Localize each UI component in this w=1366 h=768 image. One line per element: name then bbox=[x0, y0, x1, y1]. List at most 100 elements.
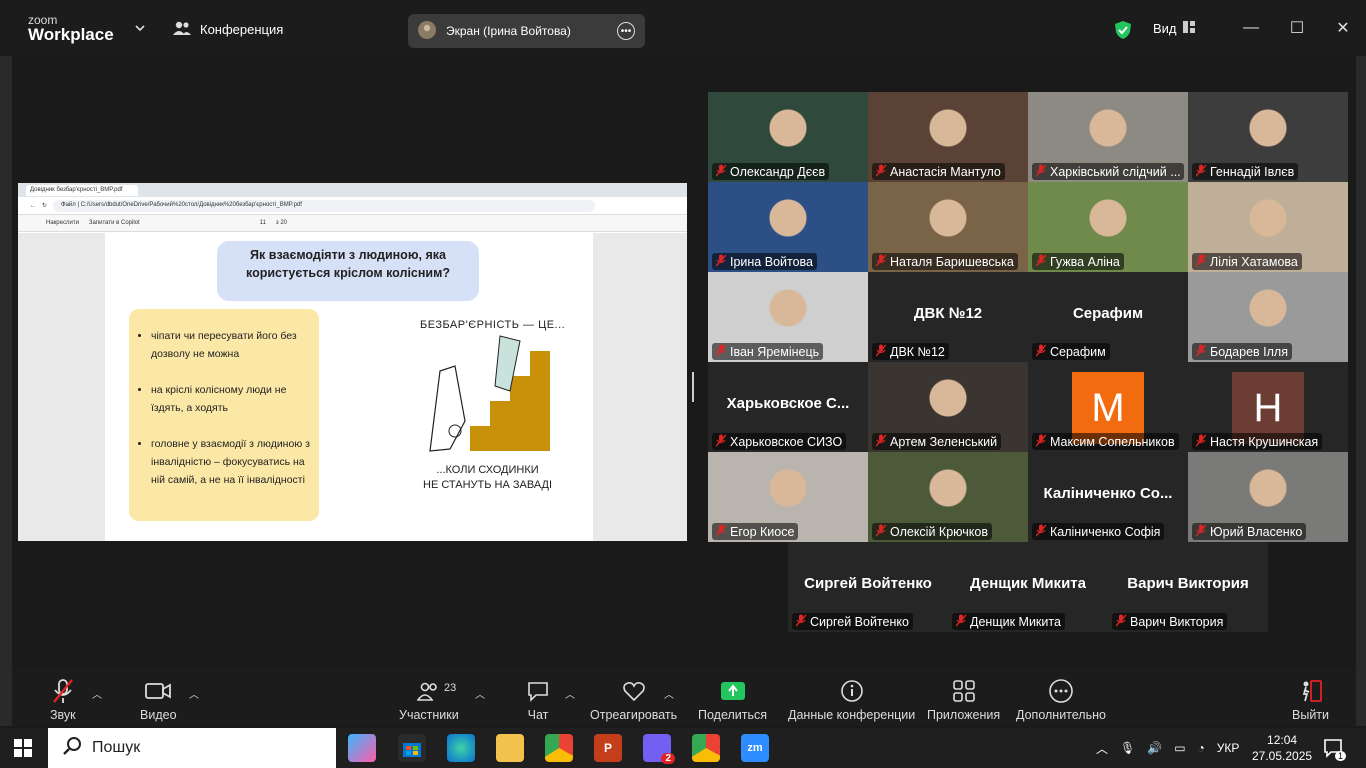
participant-display-name: Харьковское С... bbox=[726, 395, 850, 412]
chrome-icon[interactable] bbox=[545, 734, 573, 762]
participant-name: Юрий Власенко bbox=[1210, 524, 1303, 539]
pdf-viewport: Як взаємодіяти з людиною, яка користуєть… bbox=[18, 233, 687, 541]
taskbar-search[interactable]: Пошук bbox=[48, 728, 336, 768]
chat-button[interactable]: Чат bbox=[526, 678, 550, 722]
back-icon[interactable]: ← bbox=[30, 203, 36, 209]
participant-tile[interactable]: Ірина Войтова bbox=[708, 182, 868, 272]
title-bar: zoom Workplace Конференция Экран (Ірина … bbox=[0, 0, 1366, 60]
participant-name: Максим Сопельников bbox=[1050, 434, 1175, 449]
caption-line-2: НЕ СТАНУТЬ НА ЗАВАДІ bbox=[423, 479, 553, 491]
participant-tile[interactable]: Геннадій Івлєв bbox=[1188, 92, 1348, 182]
close-icon[interactable]: ✕ bbox=[1320, 0, 1366, 56]
participant-tile[interactable]: ДВК №12 ДВК №12 bbox=[868, 272, 1028, 362]
participant-tile[interactable]: Лілія Хатамова bbox=[1188, 182, 1348, 272]
participant-tile[interactable]: M Максим Сопельников bbox=[1028, 362, 1188, 452]
participant-tile[interactable]: Егор Киосе bbox=[708, 452, 868, 542]
apps-button[interactable]: Приложения bbox=[927, 678, 1000, 722]
system-tray: ︿ 🎙 🔊 ▭ ◔ УКР bbox=[1096, 728, 1239, 768]
participant-tile[interactable]: Іван Яремінець bbox=[708, 272, 868, 362]
participant-tile[interactable]: Харьковское С... Харьковское СИЗО bbox=[708, 362, 868, 452]
participant-name: Бодарев Ілля bbox=[1210, 344, 1288, 359]
browser-tab[interactable]: Довідник безбар'єрності_BMP.pdf bbox=[26, 184, 138, 196]
maximize-icon[interactable]: ☐ bbox=[1274, 0, 1320, 56]
refresh-icon[interactable]: ↻ bbox=[42, 202, 47, 209]
split-divider[interactable] bbox=[692, 372, 694, 402]
participant-tile[interactable]: Денщик Микита Денщик Микита bbox=[948, 542, 1108, 632]
chrome-profile-icon[interactable] bbox=[692, 734, 720, 762]
browser-tab-strip: Довідник безбар'єрності_BMP.pdf bbox=[18, 183, 687, 197]
edge-icon[interactable] bbox=[447, 734, 475, 762]
chevron-up-icon[interactable]: ︿ bbox=[1096, 740, 1108, 757]
screen-share-pill[interactable]: Экран (Ірина Войтова) ••• bbox=[408, 14, 645, 48]
powerpoint-icon[interactable]: P bbox=[594, 734, 622, 762]
wifi-icon[interactable]: ◔ bbox=[1198, 741, 1205, 755]
mic-muted-icon bbox=[715, 164, 727, 180]
participant-name: Лілія Хатамова bbox=[1210, 254, 1298, 269]
participant-tile[interactable]: Бодарев Ілля bbox=[1188, 272, 1348, 362]
react-caret-icon[interactable]: ︿ bbox=[664, 686, 674, 701]
participant-name: ДВК №12 bbox=[890, 344, 945, 359]
minimize-icon[interactable]: — bbox=[1228, 0, 1274, 56]
grid-icon bbox=[1182, 21, 1195, 36]
battery-icon[interactable]: ▭ bbox=[1174, 741, 1185, 755]
participant-display-name: Варич Виктория bbox=[1127, 575, 1249, 592]
participant-name-tag: Настя Крушинская bbox=[1192, 433, 1323, 450]
store-icon[interactable] bbox=[398, 734, 426, 762]
shared-screen[interactable]: Довідник безбар'єрності_BMP.pdf ← ↻ Файл… bbox=[18, 183, 687, 541]
chevron-down-icon[interactable] bbox=[134, 22, 146, 36]
notification-icon[interactable]: 1 bbox=[1322, 737, 1346, 761]
microphone-icon[interactable]: 🎙 bbox=[1120, 741, 1135, 755]
file-explorer-icon[interactable] bbox=[496, 734, 524, 762]
language-indicator[interactable]: УКР bbox=[1217, 741, 1240, 755]
more-button[interactable]: Дополнительно bbox=[1016, 678, 1106, 722]
url-field[interactable]: Файл | C:/Users/dbdut/OneDrive/Рабочий%2… bbox=[53, 199, 596, 212]
participant-tile[interactable]: Анастасія Мантуло bbox=[868, 92, 1028, 182]
zoom-taskbar-icon[interactable]: zm bbox=[741, 734, 769, 762]
participant-tile[interactable]: Серафим Серафим bbox=[1028, 272, 1188, 362]
participant-tile[interactable]: Варич Виктория Варич Виктория bbox=[1108, 542, 1268, 632]
video-caret-icon[interactable]: ︿ bbox=[189, 686, 199, 701]
participant-name-tag: Лілія Хатамова bbox=[1192, 253, 1302, 270]
chat-caret-icon[interactable]: ︿ bbox=[565, 686, 575, 701]
windows-start-icon[interactable] bbox=[14, 739, 32, 757]
participant-tile[interactable]: Артем Зеленський bbox=[868, 362, 1028, 452]
participant-name: Олександр Дєєв bbox=[730, 164, 826, 179]
view-button[interactable]: Вид bbox=[1153, 21, 1195, 36]
participant-tile[interactable]: Юрий Власенко bbox=[1188, 452, 1348, 542]
viber-icon[interactable]: 2 bbox=[643, 734, 675, 764]
taskbar-clock[interactable]: 12:04 27.05.2025 bbox=[1252, 732, 1312, 764]
audio-button[interactable]: Звук bbox=[50, 678, 76, 722]
more-options-icon[interactable]: ••• bbox=[617, 22, 635, 40]
participant-tile[interactable]: Каліниченко Со... Каліниченко Софія bbox=[1028, 452, 1188, 542]
participant-tile[interactable]: Сиргей Войтенко Сиргей Войтенко bbox=[788, 542, 948, 632]
pdf-draw-tool[interactable]: Накреслити bbox=[46, 220, 79, 226]
more-icon bbox=[1048, 678, 1074, 704]
leave-button[interactable]: Выйти bbox=[1292, 678, 1329, 722]
presenter-avatar-icon bbox=[418, 20, 436, 42]
participant-name: Настя Крушинская bbox=[1210, 434, 1319, 449]
participant-tile[interactable]: Наталя Баришевська bbox=[868, 182, 1028, 272]
pdf-page-number[interactable]: 11 bbox=[260, 220, 266, 226]
participant-tile[interactable]: Олексій Крючков bbox=[868, 452, 1028, 542]
participant-name: Варич Виктория bbox=[1130, 614, 1224, 629]
audio-caret-icon[interactable]: ︿ bbox=[92, 686, 102, 701]
participant-tile[interactable]: Харківський слідчий ... bbox=[1028, 92, 1188, 182]
participant-tile[interactable]: Олександр Дєєв bbox=[708, 92, 868, 182]
shield-icon[interactable] bbox=[1114, 20, 1132, 40]
meeting-info-button[interactable]: Данные конференции bbox=[788, 678, 915, 722]
speaker-icon[interactable]: 🔊 bbox=[1147, 741, 1162, 755]
copilot-icon[interactable] bbox=[348, 734, 376, 762]
participant-name: Харківський слідчий ... bbox=[1050, 164, 1181, 179]
video-button[interactable]: Видео bbox=[140, 678, 177, 722]
participant-tile[interactable]: H Настя Крушинская bbox=[1188, 362, 1348, 452]
pdf-copilot-tool[interactable]: Запитати в Copilot bbox=[89, 220, 140, 226]
share-button[interactable]: Поделиться bbox=[698, 678, 767, 722]
participant-name-tag: Юрий Власенко bbox=[1192, 523, 1307, 540]
participant-name: Денщик Микита bbox=[970, 614, 1061, 629]
participant-tile[interactable]: Гужва Аліна bbox=[1028, 182, 1188, 272]
zoom-logo: zoom Workplace bbox=[28, 14, 114, 43]
meeting-button[interactable]: Конференция bbox=[172, 20, 283, 39]
participant-display-name: Каліниченко Со... bbox=[1043, 485, 1173, 502]
participants-caret-icon[interactable]: ︿ bbox=[475, 686, 485, 701]
apps-icon bbox=[952, 678, 976, 704]
